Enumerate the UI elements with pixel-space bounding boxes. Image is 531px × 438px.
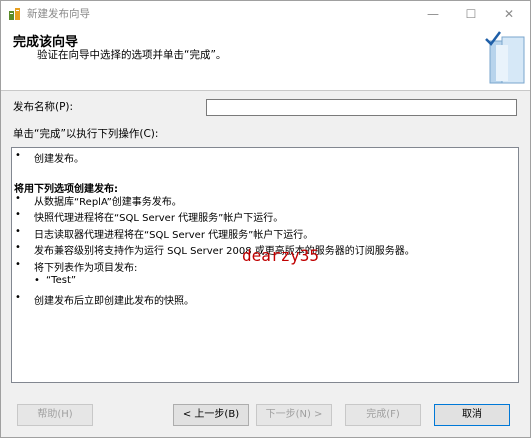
list-item-text: 从数据库“ReplA”创建事务发布。 xyxy=(34,197,182,208)
publication-name-label: 发布名称(P): xyxy=(13,101,74,113)
window-title: 新建发布向导 xyxy=(27,8,90,20)
article-name: “Test” xyxy=(46,275,77,286)
list-item-text: 创建发布后立即创建此发布的快照。 xyxy=(34,296,194,307)
list-item-text: 创建发布。 xyxy=(34,154,84,165)
wizard-header: 完成该向导 验证在向导中选择的选项并单击“完成”。 xyxy=(1,27,530,91)
list-item-text: 日志读取器代理进程将在“SQL Server 代理服务”帐户下运行。 xyxy=(34,230,314,241)
help-button[interactable]: 帮助(H) xyxy=(17,404,93,426)
list-item-text: 发布兼容级别将支持作为运行 SQL Server 2008 或更高版本的服务器的… xyxy=(34,246,415,257)
wizard-footer: 帮助(H) < 上一步(B) 下一步(N) > 完成(F) 取消 xyxy=(1,393,530,437)
book-check-icon xyxy=(485,31,525,84)
close-button[interactable]: ✕ xyxy=(487,1,531,27)
bullet: • xyxy=(15,242,21,253)
actions-summary-box[interactable]: • 创建发布。 将用下列选项创建发布: • 从数据库“ReplA”创建事务发布。… xyxy=(11,147,519,383)
title-bar: 新建发布向导 — ☐ ✕ xyxy=(1,1,530,27)
cancel-button[interactable]: 取消 xyxy=(434,404,510,426)
header-subtitle: 验证在向导中选择的选项并单击“完成”。 xyxy=(37,49,227,61)
next-button[interactable]: 下一步(N) > xyxy=(256,404,332,426)
bullet: • xyxy=(15,150,21,161)
actions-label: 单击“完成”以执行下列操作(C): xyxy=(13,128,159,140)
sub-bullet: • xyxy=(34,275,40,286)
bullet: • xyxy=(15,193,21,204)
bullet: • xyxy=(15,226,21,237)
list-item-text: 将下列表作为项目发布: xyxy=(34,263,138,274)
wizard-body: 发布名称(P): 单击“完成”以执行下列操作(C): • 创建发布。 将用下列选… xyxy=(1,91,530,393)
watermark-text: dearzy35 xyxy=(242,246,320,265)
bullet: • xyxy=(15,209,21,220)
back-button[interactable]: < 上一步(B) xyxy=(173,404,249,426)
wizard-app-icon xyxy=(9,8,20,20)
list-item-text: 快照代理进程将在“SQL Server 代理服务”帐户下运行。 xyxy=(34,213,284,224)
bullet: • xyxy=(15,259,21,270)
finish-button[interactable]: 完成(F) xyxy=(345,404,421,426)
publication-name-input[interactable] xyxy=(206,99,517,116)
bullet: • xyxy=(15,292,21,303)
wizard-window: 新建发布向导 — ☐ ✕ 完成该向导 验证在向导中选择的选项并单击“完成”。 发… xyxy=(0,0,531,438)
